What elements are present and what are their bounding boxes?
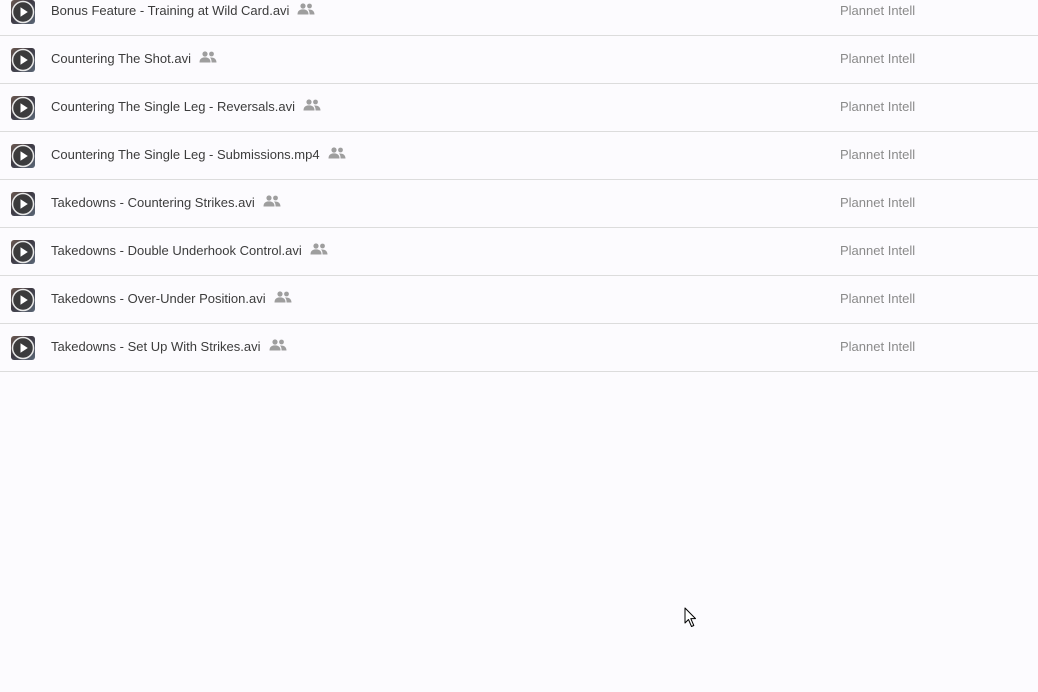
file-row[interactable]: Takedowns - Countering Strikes.avi Planne… bbox=[0, 180, 1038, 228]
video-play-icon[interactable] bbox=[11, 288, 35, 312]
file-name[interactable]: Countering The Shot.avi bbox=[51, 50, 217, 66]
file-owner: Plannet Intell bbox=[840, 51, 916, 66]
people-shared-icon bbox=[199, 50, 217, 63]
file-name[interactable]: Countering The Single Leg - Submissions.… bbox=[51, 146, 346, 162]
file-name[interactable]: Takedowns - Double Underhook Control.avi bbox=[51, 242, 328, 258]
file-owner: Plannet Intell bbox=[840, 147, 916, 162]
video-play-icon[interactable] bbox=[11, 240, 35, 264]
file-list: Bonus Feature - Training at Wild Card.av… bbox=[0, 0, 1038, 372]
people-shared-icon bbox=[310, 242, 328, 255]
file-row[interactable]: Takedowns - Set Up With Strikes.avi Plann… bbox=[0, 324, 1038, 372]
video-play-icon[interactable] bbox=[11, 48, 35, 72]
file-row[interactable]: Countering The Shot.avi Plannet Intell bbox=[0, 36, 1038, 84]
video-play-icon[interactable] bbox=[11, 96, 35, 120]
file-owner: Plannet Intell bbox=[840, 99, 916, 114]
file-owner: Plannet Intell bbox=[840, 3, 916, 18]
file-name-text[interactable]: Takedowns - Over-Under Position.avi bbox=[51, 291, 266, 306]
file-name-text[interactable]: Countering The Single Leg - Reversals.av… bbox=[51, 99, 295, 114]
file-name-text[interactable]: Takedowns - Set Up With Strikes.avi bbox=[51, 339, 261, 354]
file-owner: Plannet Intell bbox=[840, 243, 916, 258]
video-play-icon[interactable] bbox=[11, 0, 35, 24]
file-row[interactable]: Countering The Single Leg - Submissions.… bbox=[0, 132, 1038, 180]
people-shared-icon bbox=[263, 194, 281, 207]
people-shared-icon bbox=[328, 146, 346, 159]
people-shared-icon bbox=[297, 2, 315, 15]
file-row[interactable]: Bonus Feature - Training at Wild Card.av… bbox=[0, 0, 1038, 36]
file-name[interactable]: Takedowns - Set Up With Strikes.avi bbox=[51, 338, 287, 354]
file-owner: Plannet Intell bbox=[840, 339, 916, 354]
mouse-pointer-icon bbox=[684, 607, 696, 627]
video-play-icon[interactable] bbox=[11, 192, 35, 216]
file-owner: Plannet Intell bbox=[840, 291, 916, 306]
video-play-icon[interactable] bbox=[11, 336, 35, 360]
people-shared-icon bbox=[303, 98, 321, 111]
file-name-text[interactable]: Bonus Feature - Training at Wild Card.av… bbox=[51, 3, 289, 18]
file-row[interactable]: Countering The Single Leg - Reversals.av… bbox=[0, 84, 1038, 132]
video-play-icon[interactable] bbox=[11, 144, 35, 168]
file-owner: Plannet Intell bbox=[840, 195, 916, 210]
file-row[interactable]: Takedowns - Double Underhook Control.avi… bbox=[0, 228, 1038, 276]
file-row[interactable]: Takedowns - Over-Under Position.avi Plann… bbox=[0, 276, 1038, 324]
file-name[interactable]: Takedowns - Countering Strikes.avi bbox=[51, 194, 281, 210]
file-name[interactable]: Bonus Feature - Training at Wild Card.av… bbox=[51, 2, 315, 18]
people-shared-icon bbox=[269, 338, 287, 351]
file-name-text[interactable]: Countering The Shot.avi bbox=[51, 51, 191, 66]
file-name-text[interactable]: Takedowns - Double Underhook Control.avi bbox=[51, 243, 302, 258]
file-name[interactable]: Takedowns - Over-Under Position.avi bbox=[51, 290, 292, 306]
people-shared-icon bbox=[274, 290, 292, 303]
file-name[interactable]: Countering The Single Leg - Reversals.av… bbox=[51, 98, 321, 114]
file-name-text[interactable]: Countering The Single Leg - Submissions.… bbox=[51, 147, 320, 162]
file-name-text[interactable]: Takedowns - Countering Strikes.avi bbox=[51, 195, 255, 210]
